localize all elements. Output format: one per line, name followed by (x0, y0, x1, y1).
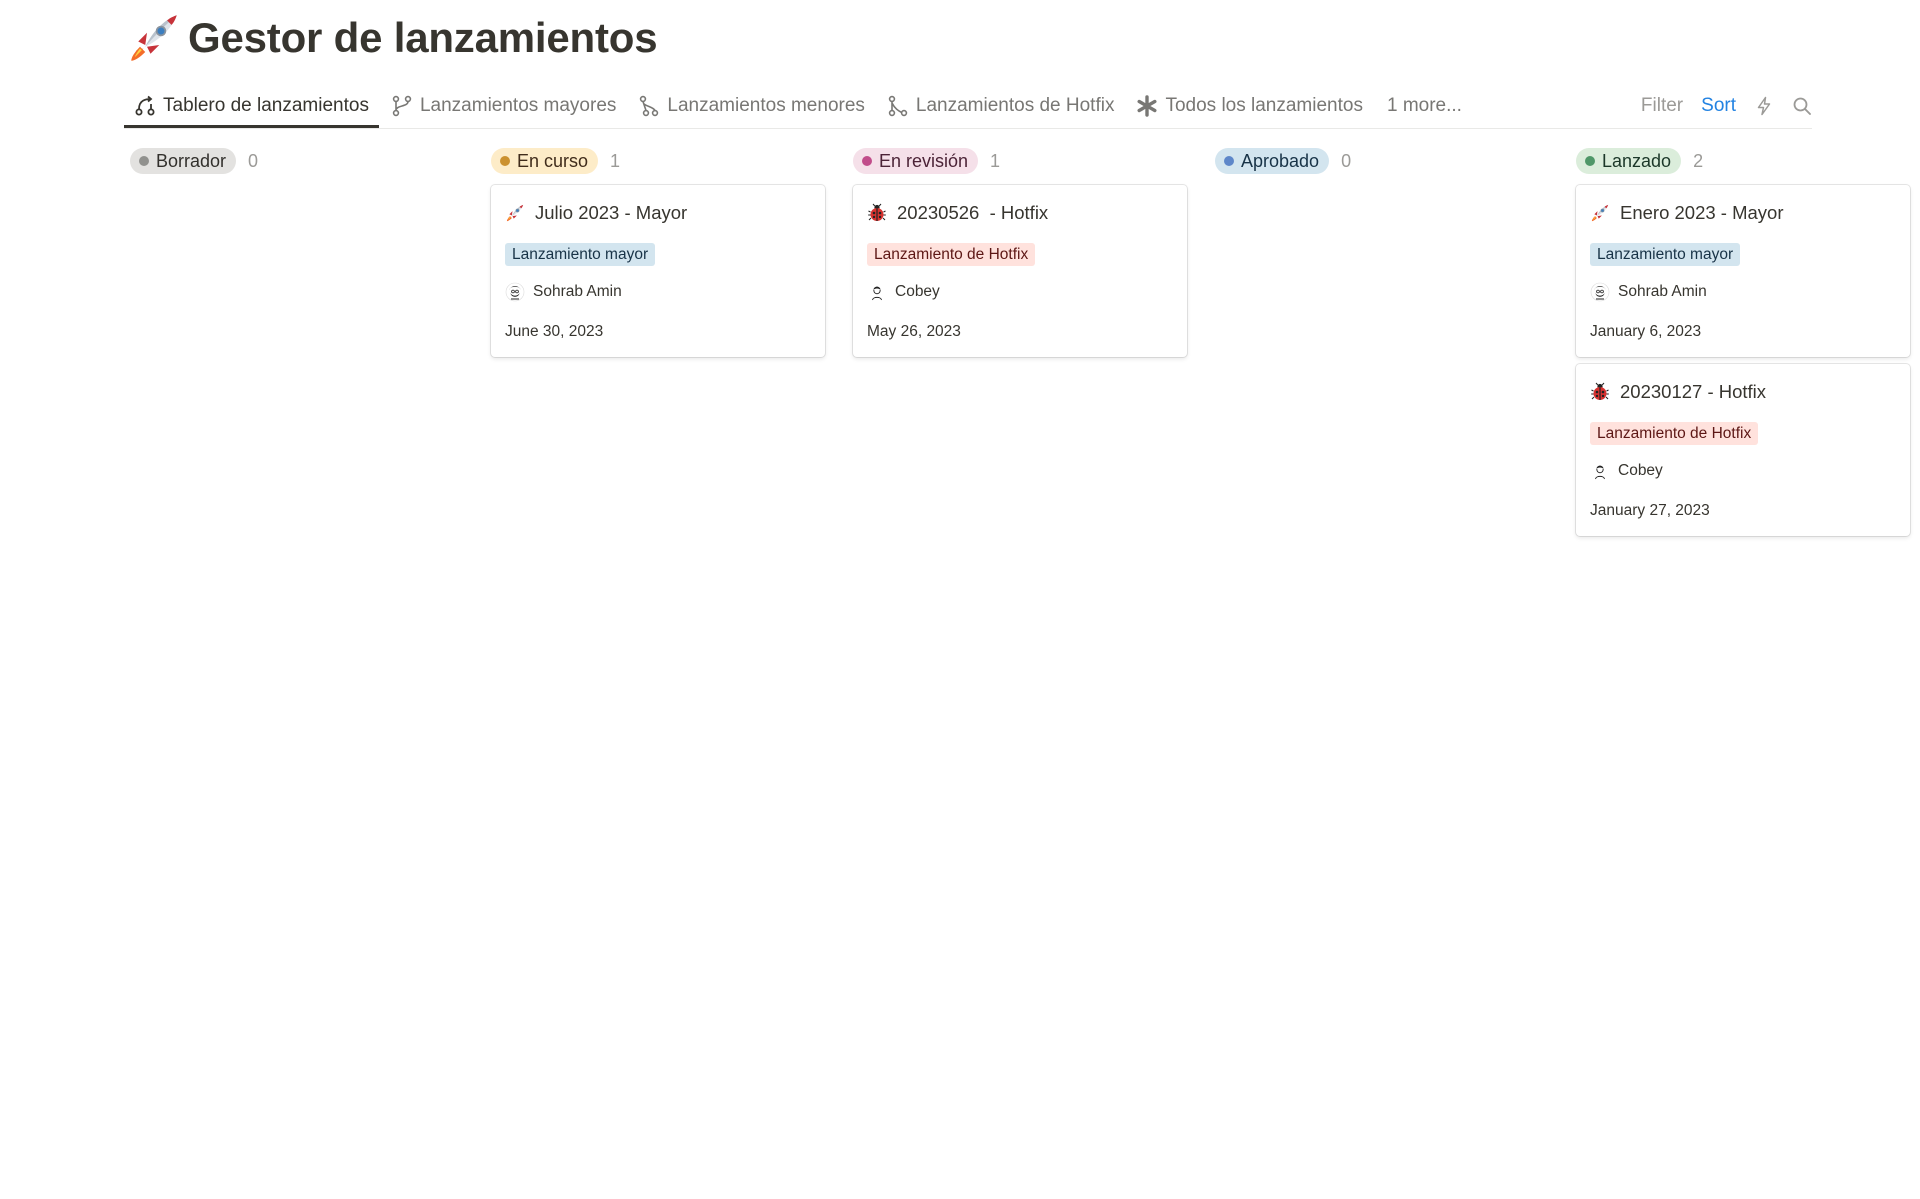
branch-small-icon (640, 95, 659, 117)
lightning-icon[interactable] (1754, 96, 1774, 116)
avatar-sohrab-icon (505, 282, 525, 302)
status-pill-en-curso[interactable]: En curso (491, 148, 599, 174)
view-toolbar: Filter Sort (1623, 86, 1812, 126)
status-label: En revisión (879, 150, 969, 171)
status-dot (1224, 156, 1234, 166)
tab-tablero-de-lanzamientos[interactable]: Tablero de lanzamientos (124, 86, 379, 128)
ladybug-icon (867, 203, 887, 223)
card-date: January 27, 2023 (1590, 502, 1710, 519)
card-assignee: Sohrab Amin (1590, 282, 1707, 302)
avatar-sohrab-icon (1590, 282, 1610, 302)
column-header: Aprobado 0 (1215, 148, 1553, 174)
status-pill-borrador[interactable]: Borrador (130, 148, 237, 174)
column-borrador: Borrador 0 (130, 148, 468, 174)
card-date: January 6, 2023 (1590, 323, 1702, 340)
status-pill-en-revision[interactable]: En revisión (853, 148, 979, 174)
avatar-cobey-icon (867, 282, 887, 302)
column-count: 0 (1341, 150, 1352, 171)
status-label: Aprobado (1241, 150, 1320, 171)
filter-button[interactable]: Filter (1641, 95, 1683, 117)
column-en-revision: En revisión 1 20230526 - Hotfix Lanzamie… (853, 148, 1191, 357)
release-card[interactable]: 20230127 - Hotfix Lanzamiento de Hotfix … (1576, 364, 1910, 536)
search-icon[interactable] (1792, 96, 1812, 116)
page-title: Gestor de lanzamientos (188, 14, 658, 61)
board-flow-icon (135, 95, 155, 115)
column-header: Borrador 0 (130, 148, 468, 174)
card-assignee: Cobey (1590, 461, 1663, 481)
tab-lanzamientos-de-hotfix[interactable]: Lanzamientos de Hotfix (877, 86, 1125, 126)
release-type-tag: Lanzamiento de Hotfix (1590, 422, 1759, 445)
tabs-more-button[interactable]: 1 more... (1375, 86, 1472, 126)
card-title-text: 20230526 - Hotfix (897, 202, 1049, 223)
card-date: June 30, 2023 (505, 323, 604, 340)
tab-lanzamientos-menores[interactable]: Lanzamientos menores (628, 86, 875, 126)
release-type-tag: Lanzamiento mayor (505, 243, 656, 266)
status-label: En curso (517, 150, 589, 171)
assignee-name: Cobey (895, 283, 940, 300)
rocket-icon (1590, 203, 1610, 223)
card-title: Julio 2023 - Mayor (505, 202, 687, 224)
status-dot (500, 156, 510, 166)
card-title-text: Julio 2023 - Mayor (535, 202, 688, 223)
status-dot (862, 156, 872, 166)
assignee-name: Sohrab Amin (533, 283, 622, 300)
status-pill-aprobado[interactable]: Aprobado (1215, 148, 1330, 174)
release-card[interactable]: Julio 2023 - Mayor Lanzamiento mayor Soh… (491, 185, 825, 357)
release-card[interactable]: 20230526 - Hotfix Lanzamiento de Hotfix … (853, 185, 1187, 357)
rocket-icon (505, 203, 525, 223)
column-header: Lanzado 2 (1576, 148, 1914, 174)
page-header: Gestor de lanzamientos (126, 10, 658, 66)
card-assignee: Cobey (867, 282, 940, 302)
assignee-name: Sohrab Amin (1618, 283, 1707, 300)
status-dot (1585, 156, 1595, 166)
assignee-name: Cobey (1618, 462, 1663, 479)
column-en-curso: En curso 1 Julio 2023 - Mayor Lanzamient… (491, 148, 829, 357)
tab-label: Lanzamientos de Hotfix (915, 95, 1115, 116)
release-type-tag: Lanzamiento mayor (1590, 243, 1741, 266)
column-count: 1 (990, 150, 1001, 171)
rocket-icon (126, 10, 182, 66)
card-date: May 26, 2023 (867, 323, 961, 340)
release-type-tag: Lanzamiento de Hotfix (867, 243, 1036, 266)
card-title-text: Enero 2023 - Mayor (1620, 202, 1784, 223)
column-count: 0 (248, 150, 259, 171)
tab-label: Tablero de lanzamientos (163, 94, 369, 116)
card-title-text: 20230127 - Hotfix (1620, 381, 1767, 402)
merge-icon (888, 95, 908, 117)
tab-label: Lanzamientos menores (667, 95, 865, 116)
column-count: 2 (1693, 150, 1704, 171)
branch-icon (392, 95, 412, 117)
sort-button[interactable]: Sort (1701, 95, 1736, 117)
column-header: En curso 1 (491, 148, 829, 174)
status-pill-lanzado[interactable]: Lanzado (1576, 148, 1682, 174)
tab-label: Todos los lanzamientos (1165, 95, 1363, 116)
release-card[interactable]: Enero 2023 - Mayor Lanzamiento mayor Soh… (1576, 185, 1910, 357)
card-assignee: Sohrab Amin (505, 282, 622, 302)
column-aprobado: Aprobado 0 (1215, 148, 1553, 174)
tab-lanzamientos-mayores[interactable]: Lanzamientos mayores (381, 86, 626, 126)
card-title: 20230127 - Hotfix (1590, 381, 1766, 403)
status-label: Lanzado (1602, 150, 1672, 171)
avatar-cobey-icon (1590, 461, 1610, 481)
status-dot (139, 156, 149, 166)
column-lanzado: Lanzado 2 Enero 2023 - Mayor Lanzamiento… (1576, 148, 1914, 536)
view-tabs-bar: Tablero de lanzamientos Lanzamientos may… (124, 86, 1812, 129)
tab-todos-los-lanzamientos[interactable]: Todos los lanzamientos (1126, 86, 1373, 126)
ladybug-icon (1590, 382, 1610, 402)
tab-label: Lanzamientos mayores (419, 95, 617, 116)
asterisk-icon (1137, 95, 1157, 117)
status-label: Borrador (156, 150, 227, 171)
view-tabs: Tablero de lanzamientos Lanzamientos may… (124, 86, 1474, 128)
column-header: En revisión 1 (853, 148, 1191, 174)
card-title: Enero 2023 - Mayor (1590, 202, 1784, 224)
column-count: 1 (610, 150, 621, 171)
card-title: 20230526 - Hotfix (867, 202, 1048, 224)
